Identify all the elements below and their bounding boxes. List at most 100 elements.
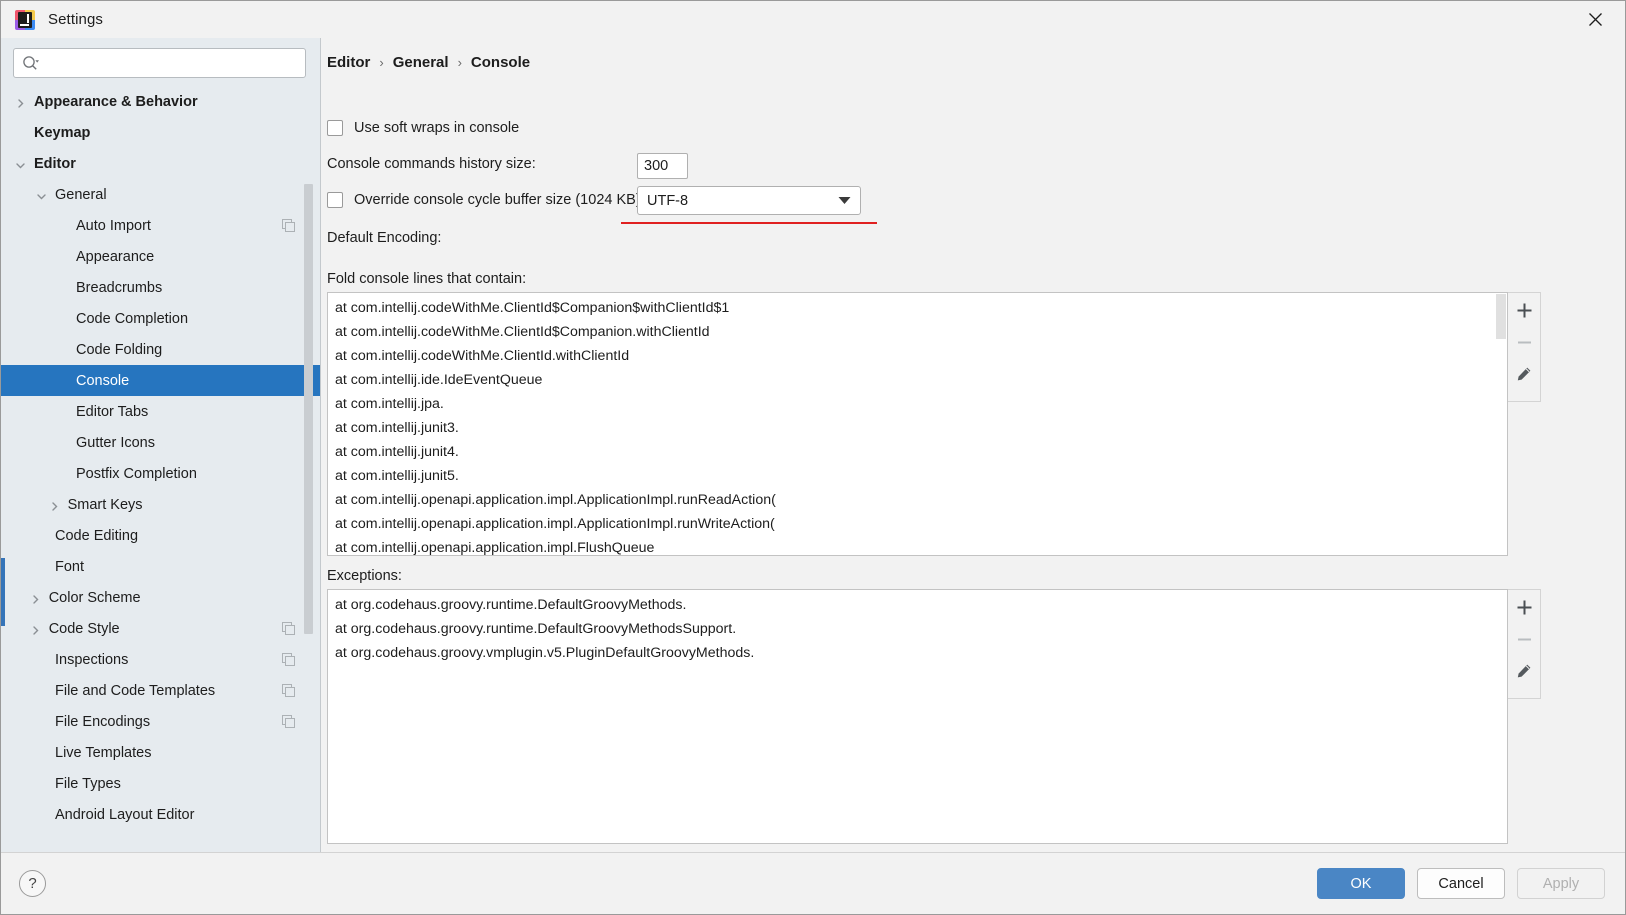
- sidebar-item-code-folding[interactable]: Code Folding: [1, 334, 320, 365]
- list-item[interactable]: at com.intellij.junit5.: [328, 464, 1507, 488]
- soft-wraps-row: Use soft wraps in console: [327, 120, 519, 136]
- history-size-input[interactable]: [637, 153, 688, 179]
- sidebar-item-color-scheme[interactable]: Color Scheme: [1, 582, 320, 613]
- sidebar-item-live-templates[interactable]: Live Templates: [1, 737, 320, 768]
- sidebar-item-file-encodings[interactable]: File Encodings: [1, 706, 320, 737]
- breadcrumb: Editor › General › Console: [327, 54, 530, 71]
- chevron-right-icon[interactable]: [15, 96, 26, 108]
- copy-settings-icon: [282, 714, 296, 734]
- sidebar-item-label: Editor: [34, 155, 76, 172]
- sidebar-item-gutter-icons[interactable]: Gutter Icons: [1, 427, 320, 458]
- default-encoding-value: UTF-8: [647, 192, 689, 209]
- sidebar-item-label: Appearance & Behavior: [34, 93, 198, 110]
- chevron-right-icon[interactable]: [30, 592, 41, 604]
- apply-button[interactable]: Apply: [1517, 868, 1605, 899]
- sidebar-item-editor-tabs[interactable]: Editor Tabs: [1, 396, 320, 427]
- list-item[interactable]: at com.intellij.jpa.: [328, 392, 1507, 416]
- sidebar-item-code-style[interactable]: Code Style: [1, 613, 320, 644]
- sidebar-item-smart-keys[interactable]: Smart Keys: [1, 489, 320, 520]
- edit-pencil-icon[interactable]: [1511, 364, 1537, 384]
- dialog-body: Appearance & Behavior Keymap Editor General…: [1, 38, 1625, 852]
- sidebar-item-label: Gutter Icons: [76, 434, 155, 451]
- sidebar-item-label: Font: [55, 558, 85, 575]
- sidebar-item-label: Code Editing: [55, 527, 139, 544]
- list-item[interactable]: at com.intellij.codeWithMe.ClientId$Comp…: [328, 296, 1507, 320]
- list-item[interactable]: at org.codehaus.groovy.runtime.DefaultGr…: [328, 593, 1507, 617]
- sidebar-item-code-editing[interactable]: Code Editing: [1, 520, 320, 551]
- list-item[interactable]: at com.intellij.junit3.: [328, 416, 1507, 440]
- sidebar-item-postfix-completion[interactable]: Postfix Completion: [1, 458, 320, 489]
- close-icon[interactable]: [1565, 1, 1625, 38]
- sidebar-item-auto-import[interactable]: Auto Import: [1, 210, 320, 241]
- sidebar-item-label: Smart Keys: [67, 496, 143, 513]
- sidebar-item-label: Auto Import: [76, 217, 151, 234]
- list-item[interactable]: at com.intellij.openapi.application.impl…: [328, 536, 1507, 555]
- list-item[interactable]: at com.intellij.codeWithMe.ClientId$Comp…: [328, 320, 1507, 344]
- copy-settings-icon: [282, 218, 296, 238]
- sidebar-item-appearance-behavior[interactable]: Appearance & Behavior: [1, 86, 320, 117]
- chevron-down-icon[interactable]: [15, 158, 26, 169]
- sidebar-item-console[interactable]: Console: [1, 365, 320, 396]
- sidebar-item-breadcrumbs[interactable]: Breadcrumbs: [1, 272, 320, 303]
- fold-lines-list[interactable]: at com.intellij.codeWithMe.ClientId$Comp…: [327, 292, 1508, 556]
- sidebar-item-keymap[interactable]: Keymap: [1, 117, 320, 148]
- sidebar-item-inspections[interactable]: Inspections: [1, 644, 320, 675]
- chevron-down-icon: [838, 192, 851, 210]
- settings-tree[interactable]: Appearance & Behavior Keymap Editor General…: [1, 86, 320, 852]
- sidebar-scrollbar-track[interactable]: [304, 94, 317, 852]
- history-size-label-row: Console commands history size:: [327, 156, 536, 172]
- add-plus-icon[interactable]: [1511, 597, 1537, 617]
- list-item[interactable]: at com.intellij.ide.IdeEventQueue: [328, 368, 1507, 392]
- list-item[interactable]: at org.codehaus.groovy.runtime.DefaultGr…: [328, 617, 1507, 641]
- window-title: Settings: [48, 11, 103, 28]
- chevron-right-icon: ›: [457, 55, 462, 70]
- sidebar-item-code-completion[interactable]: Code Completion: [1, 303, 320, 334]
- soft-wraps-checkbox[interactable]: [327, 120, 343, 136]
- sidebar-item-label: Console: [76, 372, 130, 389]
- default-encoding-select[interactable]: UTF-8: [637, 186, 861, 215]
- exceptions-toolbar: [1508, 589, 1541, 699]
- search-area: [1, 38, 320, 86]
- cancel-button[interactable]: Cancel: [1417, 868, 1505, 899]
- sidebar-item-label: Keymap: [34, 124, 91, 141]
- list-item[interactable]: at org.codehaus.groovy.vmplugin.v5.Plugi…: [328, 641, 1507, 665]
- title-bar: Settings: [1, 1, 1625, 38]
- sidebar-item-editor[interactable]: Editor: [1, 148, 320, 179]
- sidebar-item-font[interactable]: Font: [1, 551, 320, 582]
- remove-minus-icon: [1511, 629, 1537, 649]
- breadcrumb-item-editor[interactable]: Editor: [327, 54, 370, 71]
- chevron-right-icon[interactable]: [30, 623, 41, 635]
- copy-settings-icon: [282, 652, 296, 672]
- list-item[interactable]: at com.intellij.junit4.: [328, 440, 1507, 464]
- settings-main-panel: Editor › General › Console Use soft wrap…: [321, 38, 1625, 852]
- sidebar-item-appearance[interactable]: Appearance: [1, 241, 320, 272]
- breadcrumb-item-general[interactable]: General: [393, 54, 449, 71]
- list-item[interactable]: at com.intellij.openapi.application.impl…: [328, 488, 1507, 512]
- copy-settings-icon: [282, 683, 296, 703]
- sidebar-scrollbar-thumb[interactable]: [304, 184, 313, 634]
- override-buffer-checkbox[interactable]: [327, 192, 343, 208]
- sidebar-item-android-layout-editor[interactable]: Android Layout Editor: [1, 799, 320, 830]
- ok-button[interactable]: OK: [1317, 868, 1405, 899]
- edit-pencil-icon[interactable]: [1511, 661, 1537, 681]
- chevron-right-icon[interactable]: [49, 499, 60, 511]
- exceptions-list[interactable]: at org.codehaus.groovy.runtime.DefaultGr…: [327, 589, 1508, 844]
- sidebar-item-label: General: [55, 186, 107, 203]
- list-item[interactable]: at com.intellij.codeWithMe.ClientId.with…: [328, 344, 1507, 368]
- sidebar-item-file-types[interactable]: File Types: [1, 768, 320, 799]
- remove-minus-icon: [1511, 332, 1537, 352]
- sidebar-item-file-and-code-templates[interactable]: File and Code Templates: [1, 675, 320, 706]
- chevron-down-icon[interactable]: [36, 189, 47, 200]
- sidebar-item-general[interactable]: General: [1, 179, 320, 210]
- list-item[interactable]: at com.intellij.openapi.application.impl…: [328, 512, 1507, 536]
- add-plus-icon[interactable]: [1511, 300, 1537, 320]
- override-buffer-row: Override console cycle buffer size (1024…: [327, 192, 641, 208]
- search-input[interactable]: [40, 49, 297, 77]
- footer-button-group: OK Cancel Apply: [1317, 868, 1605, 899]
- search-icon: [22, 55, 40, 71]
- search-box[interactable]: [13, 48, 306, 78]
- sidebar-item-label: File and Code Templates: [55, 682, 216, 699]
- sidebar-item-label: Editor Tabs: [76, 403, 149, 420]
- help-button[interactable]: ?: [19, 870, 46, 897]
- fold-lines-scrollbar-thumb[interactable]: [1496, 294, 1506, 339]
